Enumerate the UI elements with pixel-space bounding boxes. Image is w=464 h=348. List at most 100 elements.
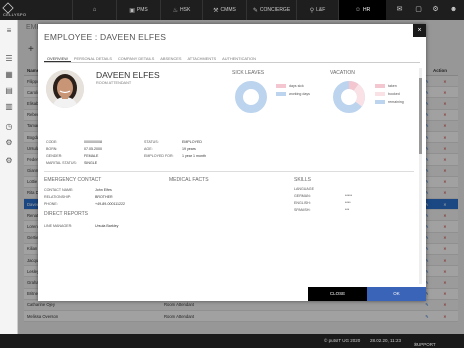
phone-value: +49-89-000111222 [95,202,125,206]
messages-icon[interactable]: ✉ [395,5,404,14]
born-label: BORN: [46,147,58,151]
contact-name-label: CONTACT NAME: [44,188,74,192]
ok-button[interactable]: OK [367,287,426,301]
user-icon[interactable]: ☻ [449,5,458,14]
list-icon[interactable]: ☰ [4,54,14,64]
line-manager-value: Ursula Barkley [95,224,119,228]
code-label: CODE: [46,140,58,144]
settings-icon[interactable]: ⚙ [431,5,440,14]
status-label: STATUS: [144,140,159,144]
tab-overview[interactable]: OVERVIEW [44,55,71,62]
legend-swatch-remaining [375,100,385,104]
code-value: 000000008 [84,140,102,144]
support-label: SUPPORT [414,342,436,347]
employee-name: DAVEEN ELFES [96,70,160,80]
legend-swatch-booked [375,92,385,96]
legend-working-days: working days [289,92,310,96]
status-value: EMPLOYED [182,140,202,144]
chat-icon[interactable]: ▢ [414,5,423,14]
lf-icon: ⚲ [309,7,315,14]
age-label: AGE: [144,147,153,151]
top-navigation-bar: CELLYSPO ⌂ ▣ PMS ♨ HSK ⚒ CMMS ✎ CONCIERGE ⚲ L… [0,0,464,20]
age-value: 19 years [182,147,196,151]
legend-swatch-working-days [276,92,286,96]
direct-reports-title: DIRECT REPORTS [44,211,88,217]
section-divider [44,171,414,172]
footer-copyright: © putsIT UG 2020 [324,338,361,343]
tab-company-details[interactable]: COMPANY DETAILS [115,55,157,62]
nav-tab-hr[interactable]: ☺ HR [338,0,386,20]
nav-tab-label: CMMS [220,7,236,13]
footer: © putsIT UG 2020 28.02.20, 11:23 ⚐ SUPPO… [0,334,464,348]
modal-title: EMPLOYEE : DAVEEN ELFES [44,32,167,42]
gender-value: FEMALE [84,154,99,158]
clock-icon[interactable]: ◷ [4,122,14,132]
menu-icon[interactable]: ≡ [4,26,14,36]
employee-role: ROOM ATTENDANT [96,81,132,85]
nav-tab-label: PMS [136,7,148,13]
line-manager-label: LINE MANAGER: [44,224,73,228]
cmms-icon: ⚒ [213,7,219,14]
nav-tab-label: HSK [180,7,191,13]
employed-for-value: 1 year 1 month [182,154,206,158]
english-rating: **** [345,201,351,205]
tab-absences[interactable]: ABSENCES [157,55,184,62]
employee-modal: EMPLOYEE : DAVEEN ELFES × OVERVIEW PERSO… [38,24,426,301]
english-label: ENGLISH: [294,201,311,205]
avatar-portrait [46,70,84,108]
legend-taken: taken [388,84,397,88]
grid-icon[interactable]: ▦ [4,70,14,80]
left-sidebar: ≡ ☰ ▦ ▤ ▥ ◷ ⚙ ⚙ [0,20,18,348]
close-button[interactable]: CLOSE [308,287,367,301]
marital-status-label: MARITAL STATUS: [46,161,77,165]
settings-icon[interactable]: ⚙ [4,138,14,148]
medical-facts-title: MEDICAL FACTS [169,177,209,183]
scrollbar-thumb[interactable] [419,78,422,154]
close-icon[interactable]: × [413,24,426,37]
relationship-value: BROTHER [95,195,113,199]
nav-tab-hsk[interactable]: ♨ HSK [160,0,202,20]
phone-label: PHONE: [44,202,58,206]
pms-icon: ▣ [129,7,135,14]
marital-status-value: SINGLE [84,161,98,165]
legend-swatch-taken [375,84,385,88]
calendar-icon[interactable]: ▤ [4,86,14,96]
document-icon[interactable]: ▥ [4,102,14,112]
sick-leaves-donut [235,81,267,113]
vacation-donut [333,81,365,113]
legend-days-sick: days sick [289,84,304,88]
legend-booked: booked [388,92,400,96]
nav-tab-label: L&F [316,7,326,13]
nav-tab-concierge[interactable]: ✎ CONCIERGE [246,0,296,20]
german-rating: ***** [345,194,352,198]
gender-label: GENDER: [46,154,63,158]
tab-authentication[interactable]: AUTHENTICATION [219,55,259,62]
nav-tab-pms[interactable]: ▣ PMS [116,0,160,20]
language-label: LANGUAGE [294,187,314,191]
legend-swatch-days-sick [276,84,286,88]
contact-name-value: John Elfes [95,188,112,192]
legend-remaining: remaining [388,100,404,104]
hsk-icon: ♨ [172,7,179,14]
spanish-rating: *** [345,208,350,212]
relationship-label: RELATIONSHIP: [44,195,72,199]
employed-for-label: EMPLOYED FOR: [144,154,174,158]
german-label: GERMAN: [294,194,311,198]
settings-alt-icon[interactable]: ⚙ [4,156,14,166]
nav-tab-lf[interactable]: ⚲ L&F [296,0,338,20]
spanish-label: SPANISH: [294,208,311,212]
concierge-icon: ✎ [252,7,258,14]
app-logo[interactable]: CELLYSPO [2,2,29,17]
vacation-title: VACATION [330,70,355,76]
skills-title: SKILLS [294,177,311,183]
avatar [46,70,84,108]
nav-tab-cmms[interactable]: ⚒ CMMS [202,0,246,20]
tab-personal-details[interactable]: PERSONAL DETAILS [71,55,115,62]
footer-datetime: 28.02.20, 11:23 [370,338,401,343]
born-value: 07.05.2000 [84,147,102,151]
hr-icon: ☺ [354,7,361,13]
modal-scrollbar[interactable] [419,68,422,284]
tab-attachments[interactable]: ATTACHMENTS [185,55,220,62]
sick-leaves-title: SICK LEAVES [232,70,265,76]
nav-tab-home[interactable]: ⌂ [72,0,116,20]
